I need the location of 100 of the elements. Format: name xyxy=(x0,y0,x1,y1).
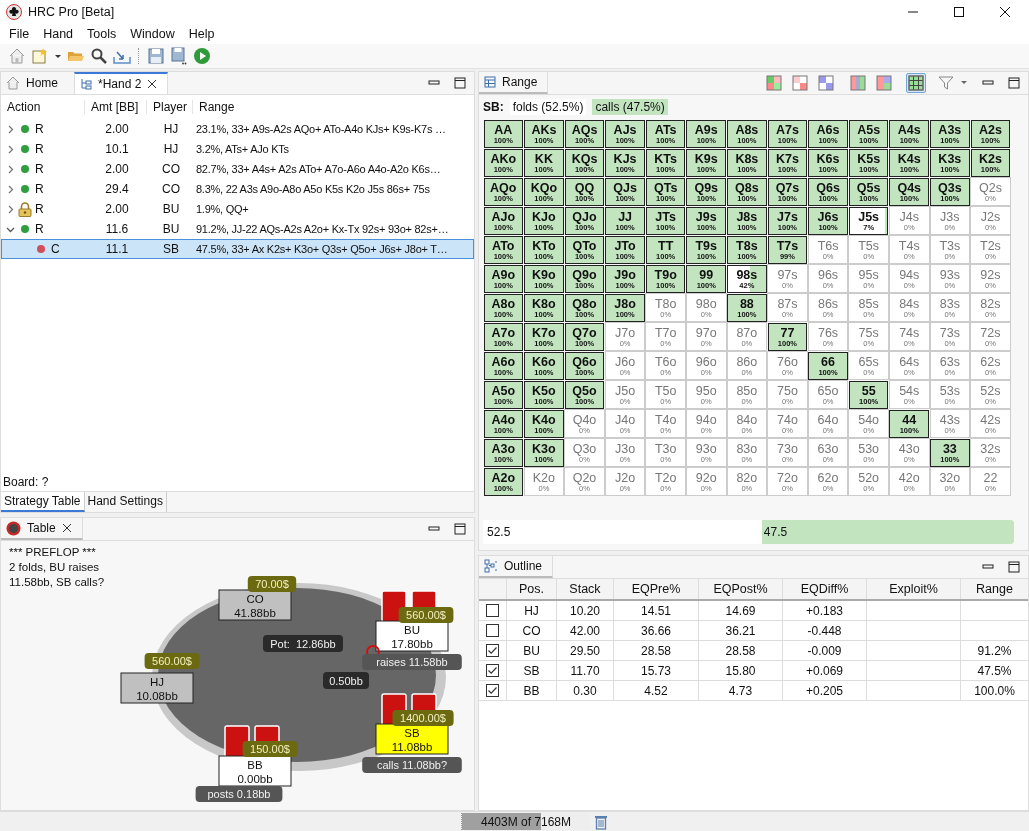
column-header[interactable]: Action xyxy=(1,100,85,114)
hand-label: 22 xyxy=(983,470,998,485)
menu-item[interactable]: Hand xyxy=(36,27,81,41)
hand-label: A7o xyxy=(491,325,516,340)
menu-item[interactable]: Help xyxy=(181,27,222,41)
hand-label: 94o xyxy=(695,412,717,427)
checkbox[interactable] xyxy=(486,624,499,637)
checkbox[interactable] xyxy=(486,664,499,677)
column-header[interactable]: EQDiff% xyxy=(783,579,867,599)
column-header[interactable]: Range xyxy=(193,100,474,114)
checkbox[interactable] xyxy=(486,644,499,657)
column-header[interactable]: EQPost% xyxy=(699,579,783,599)
seat-stack: 41.88bb xyxy=(234,607,276,619)
tab[interactable]: Strategy Table xyxy=(1,492,85,512)
column-header[interactable]: EQPre% xyxy=(614,579,699,599)
hand-label: 64o xyxy=(817,412,839,427)
menu-item[interactable]: File xyxy=(2,27,37,41)
column-header[interactable]: Amt [BB] xyxy=(85,100,147,114)
view-mode-button[interactable] xyxy=(816,73,836,93)
tab[interactable]: Range xyxy=(479,72,549,94)
app-logo-icon xyxy=(6,4,22,20)
table-cell: SB xyxy=(507,661,557,680)
column-header[interactable]: Exploit% xyxy=(867,579,961,599)
minimize-icon[interactable] xyxy=(428,525,440,533)
column-header[interactable]: Range xyxy=(961,579,1029,599)
hand-label: 99 xyxy=(699,267,714,282)
column-header[interactable]: Stack xyxy=(557,579,614,599)
save-all-icon[interactable] xyxy=(170,47,188,65)
view-mode-button[interactable] xyxy=(906,73,926,93)
hand-label: J2o xyxy=(615,470,636,485)
action-badge: calls 11.08bb? xyxy=(362,757,462,773)
maximize-icon[interactable] xyxy=(454,523,466,535)
hand-label: KJs xyxy=(613,151,637,166)
hand-label: T5o xyxy=(654,383,677,398)
hand-label: 64s xyxy=(899,354,920,369)
maximize-icon[interactable] xyxy=(1008,561,1020,573)
tab[interactable]: Home xyxy=(1,72,68,94)
hand-label: QTo xyxy=(572,238,597,253)
chevron-right-icon[interactable] xyxy=(6,184,15,194)
chevron-right-icon[interactable] xyxy=(6,164,15,174)
chevron-right-icon[interactable] xyxy=(6,144,15,154)
tree-row[interactable]: C 11.1 SB 47.5%, 33+ Ax K2s+ K3o+ Q3s+ Q5o+ J6s+ J8o+ T… xyxy=(1,239,474,259)
checkbox[interactable] xyxy=(486,604,499,617)
menu-item[interactable]: Window xyxy=(123,27,182,41)
hand-label: KJo xyxy=(532,209,556,224)
maximize-icon[interactable] xyxy=(454,77,466,89)
minimize-icon[interactable] xyxy=(982,79,994,87)
filter-icon[interactable] xyxy=(938,75,954,91)
trash-icon[interactable] xyxy=(594,813,608,830)
player-cell-text: HJ xyxy=(162,122,180,136)
maximize-icon[interactable] xyxy=(1008,77,1020,89)
tab[interactable]: Table xyxy=(1,518,83,540)
hand-label: 74o xyxy=(777,412,798,427)
hand-label: T3s xyxy=(939,238,961,253)
action-label: R xyxy=(35,202,44,216)
chevron-right-icon[interactable] xyxy=(6,124,15,134)
hand-label: 97o xyxy=(695,325,717,340)
close-icon[interactable] xyxy=(61,523,72,533)
chip-count-badge: 150.00$ xyxy=(242,741,298,757)
hand-label: K9s xyxy=(694,151,718,166)
table-cell: 15.73 xyxy=(614,661,699,680)
hand-label: Q2s xyxy=(978,180,1002,195)
column-header[interactable]: Pos. xyxy=(507,579,557,599)
hand-label: T8o xyxy=(654,296,677,311)
home-icon[interactable] xyxy=(8,47,26,65)
search-icon[interactable] xyxy=(90,47,108,65)
save-icon[interactable] xyxy=(147,47,165,65)
hand-label: 86s xyxy=(817,296,839,311)
hand-label: K9o xyxy=(532,267,556,282)
hand-label: T7o xyxy=(654,325,677,340)
tab[interactable]: *Hand 2 xyxy=(74,72,169,94)
hand-label: A8o xyxy=(491,296,516,311)
tab[interactable]: Outline xyxy=(479,556,554,578)
hand-label: KK xyxy=(534,151,553,166)
hand-label: A2s xyxy=(978,122,1002,137)
tree-row[interactable]: R 10.1 HJ 3.2%, ATs+ AJo KTs xyxy=(1,139,474,159)
hand-label: A4s xyxy=(897,122,921,137)
hand-label: 86o xyxy=(736,354,758,369)
tree-row[interactable]: R 29.4 CO 8.3%, 22 A3s A9o-A8o A5o K5s K2o J5s 86s+ 75s xyxy=(1,179,474,199)
menu-item[interactable]: Tools xyxy=(80,27,124,41)
maximize-icon[interactable] xyxy=(953,6,965,18)
seat-position: BB xyxy=(247,759,263,771)
minimize-icon[interactable] xyxy=(428,79,440,87)
action-badge: raises 11.58bb xyxy=(362,654,462,670)
tree-row[interactable]: R 2.00 CO 82.7%, 33+ A4s+ A2s ATo+ A7o-A6o A4o-A2o K6s… xyxy=(1,159,474,179)
hand-label: J4s xyxy=(899,209,919,224)
tree-row[interactable]: R 11.6 BU 91.2%, JJ-22 AQs-A2s A2o+ Kx-Tx 92s+ 93o+ 82s+… xyxy=(1,219,474,239)
tree-row[interactable]: R 2.00 BU 1.9%, QQ+ xyxy=(1,199,474,219)
tab[interactable]: Hand Settings xyxy=(84,492,167,512)
table-cell: 28.58 xyxy=(614,641,699,660)
close-icon[interactable] xyxy=(147,79,158,89)
hand-label: Q7s xyxy=(775,180,800,195)
close-icon[interactable] xyxy=(999,6,1011,18)
play-icon[interactable] xyxy=(193,47,211,65)
hand-label: 55 xyxy=(861,383,876,398)
checkbox[interactable] xyxy=(486,684,499,697)
chevron-right-icon[interactable] xyxy=(6,204,15,214)
tree-row[interactable]: R 2.00 HJ 23.1%, 33+ A9s-A2s AQo+ ATo-A4o KJs+ K9s-K7s … xyxy=(1,119,474,139)
minimize-icon[interactable] xyxy=(982,563,994,571)
column-header[interactable]: Player xyxy=(147,100,193,114)
